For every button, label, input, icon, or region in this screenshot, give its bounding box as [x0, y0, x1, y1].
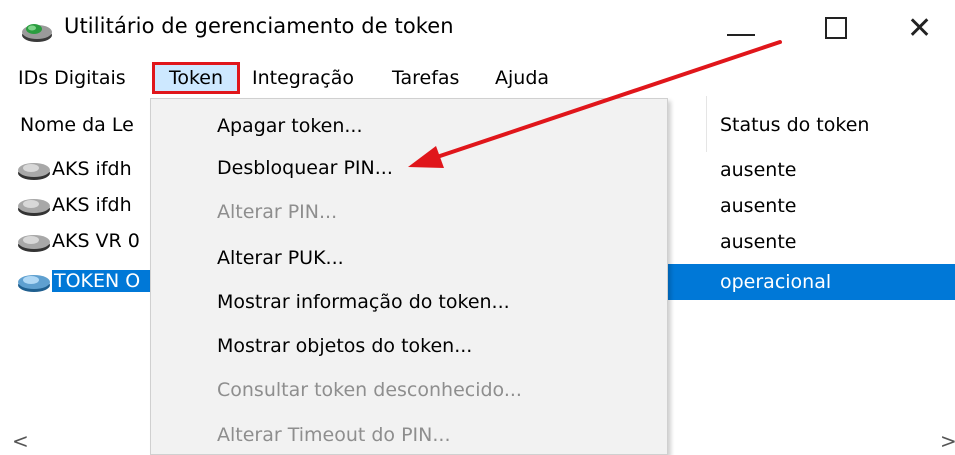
menu-item-alterar-timeout: Alterar Timeout do PIN...: [217, 424, 451, 446]
scroll-left-icon[interactable]: <: [12, 429, 29, 453]
reader-icon: [18, 199, 50, 216]
column-header-status[interactable]: Status do token: [720, 114, 869, 136]
maximize-icon: [825, 17, 847, 39]
menu-ids-digitais[interactable]: IDs Digitais: [18, 64, 126, 92]
token-status: ausente: [720, 231, 797, 253]
reader-name: AKS ifdh: [52, 194, 132, 216]
token-menu: Apagar token... Desbloquear PIN... Alter…: [150, 98, 668, 455]
token-status: ausente: [720, 195, 797, 217]
menu-token[interactable]: Token: [152, 62, 240, 94]
reader-blue-icon: [18, 275, 50, 292]
menu-item-consultar-token: Consultar token desconhecido...: [217, 379, 522, 401]
menu-item-apagar-token[interactable]: Apagar token...: [217, 115, 363, 137]
menu-tarefas[interactable]: Tarefas: [392, 64, 459, 92]
minimize-button[interactable]: [705, 0, 775, 60]
column-header-name[interactable]: Nome da Le: [20, 114, 150, 136]
menu-item-mostrar-objetos[interactable]: Mostrar objetos do token...: [217, 335, 472, 357]
menu-bar: IDs Digitais Token Integração Tarefas Aj…: [0, 60, 955, 96]
reader-name: AKS ifdh: [52, 158, 132, 180]
scroll-right-icon[interactable]: >: [940, 429, 955, 453]
token-status: ausente: [720, 159, 797, 181]
window-title: Utilitário de gerenciamento de token: [64, 14, 454, 38]
reader-icon: [18, 235, 50, 252]
reader-icon: [18, 163, 50, 180]
token-status: operacional: [720, 271, 832, 293]
menu-item-alterar-puk[interactable]: Alterar PUK...: [217, 247, 344, 269]
menu-integracao[interactable]: Integração: [252, 64, 354, 92]
menu-ajuda[interactable]: Ajuda: [495, 64, 549, 92]
token-reader-icon: [22, 24, 52, 42]
menu-item-desbloquear-pin[interactable]: Desbloquear PIN...: [217, 157, 393, 179]
title-bar: Utilitário de gerenciamento de token ✕: [0, 0, 955, 60]
column-divider[interactable]: [706, 96, 707, 152]
reader-name: AKS VR 0: [52, 230, 140, 252]
close-button[interactable]: ✕: [885, 0, 955, 60]
close-icon: ✕: [907, 11, 933, 46]
reader-name: TOKEN O: [52, 270, 156, 292]
menu-item-mostrar-informacao[interactable]: Mostrar informação do token...: [217, 291, 510, 313]
menu-item-alterar-pin: Alterar PIN...: [217, 201, 338, 223]
maximize-button[interactable]: [805, 0, 875, 60]
minimize-icon: [727, 34, 755, 36]
